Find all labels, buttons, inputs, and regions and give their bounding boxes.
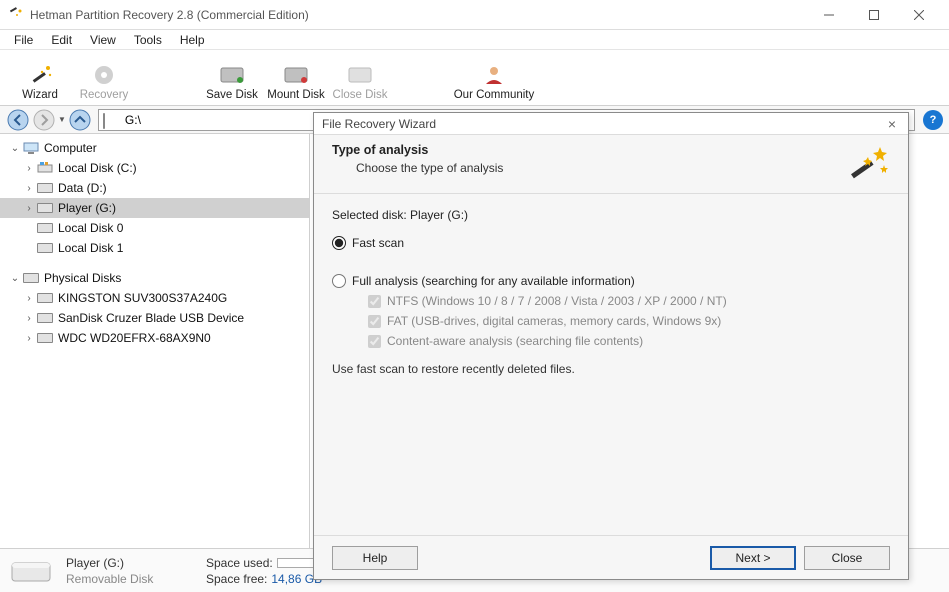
dialog-heading: Type of analysis (332, 143, 844, 157)
sidebar-tree[interactable]: ⌄ Computer › Local Disk (C:) › Data (D:)… (0, 134, 310, 548)
status-space-free-label: Space free: (206, 572, 267, 586)
mount-disk-icon (280, 63, 312, 87)
dialog-close-icon[interactable]: × (884, 116, 900, 132)
dialog-selected-disk: Selected disk: Player (G:) (332, 208, 890, 222)
menu-help[interactable]: Help (172, 31, 213, 49)
checkbox-ntfs-input (368, 295, 381, 308)
checkbox-fat-input (368, 315, 381, 328)
toolbar-community[interactable]: Our Community (448, 61, 540, 103)
tree-kingston[interactable]: › KINGSTON SUV300S37A240G (0, 288, 309, 308)
nav-dropdown-arrow[interactable]: ▼ (58, 115, 66, 124)
dialog-subheading: Choose the type of analysis (332, 161, 844, 175)
close-disk-icon (344, 63, 376, 87)
wizard-dialog: File Recovery Wizard × Type of analysis … (313, 112, 909, 580)
toolbar-recovery: Recovery (74, 61, 134, 103)
checkbox-ntfs: NTFS (Windows 10 / 8 / 7 / 2008 / Vista … (368, 294, 890, 308)
titlebar: Hetman Partition Recovery 2.8 (Commercia… (0, 0, 949, 30)
menubar: File Edit View Tools Help (0, 30, 949, 50)
computer-icon (22, 141, 40, 155)
checkbox-content-aware-input (368, 335, 381, 348)
drive-icon (36, 181, 54, 195)
drive-icon (36, 221, 54, 235)
dialog-title: File Recovery Wizard (322, 117, 884, 131)
drive-icon (36, 291, 54, 305)
drive-icon (36, 241, 54, 255)
toolbar-save-disk[interactable]: Save Disk (202, 61, 262, 103)
save-disk-icon (216, 63, 248, 87)
nav-back-button[interactable] (6, 108, 30, 132)
menu-edit[interactable]: Edit (43, 31, 80, 49)
window-title: Hetman Partition Recovery 2.8 (Commercia… (30, 8, 806, 22)
dialog-help-button[interactable]: Help (332, 546, 418, 570)
tree-sandisk[interactable]: › SanDisk Cruzer Blade USB Device (0, 308, 309, 328)
drive-large-icon (10, 557, 52, 585)
dialog-body: Selected disk: Player (G:) Fast scan Ful… (314, 194, 908, 535)
maximize-button[interactable] (851, 1, 896, 29)
expand-icon[interactable]: › (22, 313, 36, 324)
tree-player-g[interactable]: › Player (G:) (0, 198, 309, 218)
nav-up-button[interactable] (68, 108, 92, 132)
help-button[interactable]: ? (923, 110, 943, 130)
tree-local-c[interactable]: › Local Disk (C:) (0, 158, 309, 178)
tree-local-disk-0[interactable]: › Local Disk 0 (0, 218, 309, 238)
dialog-close-button[interactable]: Close (804, 546, 890, 570)
status-space-used-label: Space used: (206, 556, 273, 570)
toolbar-mount-disk-label: Mount Disk (267, 89, 325, 101)
app-icon (8, 7, 24, 23)
dialog-next-button[interactable]: Next > (710, 546, 796, 570)
dialog-titlebar: File Recovery Wizard × (314, 113, 908, 135)
wand-icon (844, 143, 890, 183)
menu-tools[interactable]: Tools (126, 31, 170, 49)
expand-icon[interactable]: › (22, 203, 36, 214)
expand-icon[interactable]: ⌄ (8, 143, 22, 154)
radio-full-analysis-input[interactable] (332, 274, 346, 288)
radio-fast-scan-input[interactable] (332, 236, 346, 250)
wand-icon (24, 63, 56, 87)
recovery-icon (88, 63, 120, 87)
toolbar-save-disk-label: Save Disk (206, 89, 258, 101)
tree-data-d[interactable]: › Data (D:) (0, 178, 309, 198)
checkbox-content-aware: Content-aware analysis (searching file c… (368, 334, 890, 348)
community-icon (478, 63, 510, 87)
tree-local-disk-1[interactable]: › Local Disk 1 (0, 238, 309, 258)
expand-icon[interactable]: › (22, 183, 36, 194)
close-button[interactable] (896, 1, 941, 29)
drive-icon (36, 161, 54, 175)
tree-wdc[interactable]: › WDC WD20EFRX-68AX9N0 (0, 328, 309, 348)
minimize-button[interactable] (806, 1, 851, 29)
toolbar-mount-disk[interactable]: Mount Disk (266, 61, 326, 103)
toolbar-wizard[interactable]: Wizard (10, 61, 70, 103)
toolbar-close-disk-label: Close Disk (333, 89, 388, 101)
status-drive-type: Removable Disk (66, 572, 153, 586)
radio-fast-scan[interactable]: Fast scan (332, 236, 890, 250)
nav-forward-button[interactable] (32, 108, 56, 132)
toolbar-recovery-label: Recovery (80, 89, 129, 101)
toolbar-community-label: Our Community (454, 89, 535, 101)
expand-icon[interactable]: › (22, 293, 36, 304)
menu-file[interactable]: File (6, 31, 41, 49)
drive-icon (36, 331, 54, 345)
dialog-footer: Help Next > Close (314, 535, 908, 579)
drive-icon (22, 271, 40, 285)
drive-icon (103, 114, 119, 126)
expand-icon[interactable]: ⌄ (8, 273, 22, 284)
expand-icon[interactable]: › (22, 333, 36, 344)
drive-icon (36, 201, 54, 215)
expand-icon[interactable]: › (22, 163, 36, 174)
toolbar-wizard-label: Wizard (22, 89, 58, 101)
menu-view[interactable]: View (82, 31, 124, 49)
radio-full-analysis[interactable]: Full analysis (searching for any availab… (332, 274, 890, 288)
status-drive-name: Player (G:) (66, 556, 124, 570)
toolbar-close-disk: Close Disk (330, 61, 390, 103)
checkbox-fat: FAT (USB-drives, digital cameras, memory… (368, 314, 890, 328)
tree-physical-disks[interactable]: ⌄ Physical Disks (0, 268, 309, 288)
drive-icon (36, 311, 54, 325)
dialog-hint: Use fast scan to restore recently delete… (332, 362, 890, 376)
dialog-header: Type of analysis Choose the type of anal… (314, 135, 908, 193)
tree-computer[interactable]: ⌄ Computer (0, 138, 309, 158)
toolbar: Wizard Recovery Save Disk Mount Disk Clo… (0, 50, 949, 106)
